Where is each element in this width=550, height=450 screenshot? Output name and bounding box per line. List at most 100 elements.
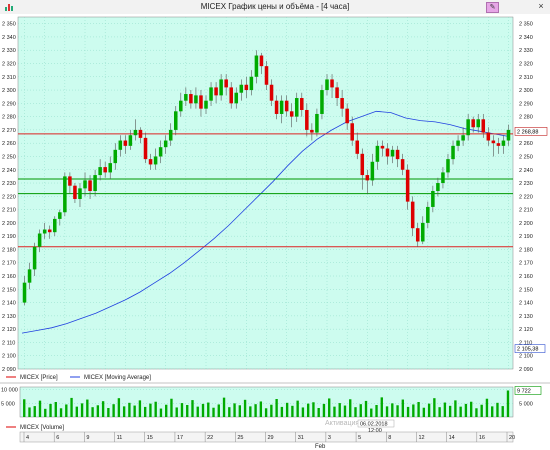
candle-body — [259, 55, 264, 67]
volume-bar — [154, 401, 157, 417]
candle-body — [184, 94, 188, 101]
time-tick-label: 15 — [147, 435, 153, 441]
volume-bar — [359, 404, 362, 417]
volume-bar — [122, 406, 126, 417]
candle-body — [98, 167, 102, 176]
volume-bar — [112, 404, 115, 417]
volume-bar — [459, 406, 462, 417]
candle-body — [471, 119, 475, 128]
volume-bar — [259, 401, 263, 417]
y-tick-right-label: 2 240 — [519, 168, 533, 174]
ma-value-label: 2 105,38 — [517, 347, 538, 353]
volume-bar — [217, 404, 220, 417]
volume-bar — [285, 402, 289, 417]
volume-bar — [75, 406, 78, 417]
volume-bar — [328, 398, 331, 417]
candle-body — [506, 129, 511, 141]
volume-tick-right-label: 5 000 — [519, 401, 533, 407]
volume-bar — [101, 401, 105, 417]
volume-bar — [280, 406, 284, 417]
y-tick-left-label: 2 100 — [2, 354, 16, 360]
volume-bar — [44, 408, 47, 417]
y-tick-right-label: 2 100 — [519, 354, 533, 360]
volume-bar — [354, 407, 357, 417]
volume-bar — [412, 404, 415, 417]
y-tick-left-label: 2 270 — [2, 128, 16, 134]
candle-body — [204, 100, 208, 109]
volume-bar — [149, 403, 152, 417]
candle-body — [310, 129, 314, 133]
volume-bar — [322, 403, 326, 417]
time-tick-label: 16 — [479, 435, 485, 441]
y-tick-left-label: 2 180 — [2, 247, 16, 253]
volume-bar — [59, 408, 63, 417]
candle-body — [320, 90, 324, 114]
y-tick-right-label: 2 090 — [519, 367, 533, 373]
candle-body — [274, 100, 279, 114]
time-tick-label: 6 — [56, 435, 59, 441]
close-icon[interactable]: × — [535, 1, 547, 12]
pin-icon[interactable]: ✎ — [486, 2, 499, 13]
volume-bar — [38, 400, 42, 417]
y-tick-right-label: 2 150 — [519, 287, 533, 293]
time-tick-label: 25 — [237, 435, 243, 441]
y-tick-left-label: 2 230 — [2, 181, 16, 187]
volume-bar — [349, 399, 352, 417]
y-tick-right-label: 2 230 — [519, 181, 533, 187]
time-tick-label: 22 — [207, 435, 213, 441]
candle-body — [148, 159, 153, 165]
candle-body — [234, 92, 239, 104]
y-tick-left-label: 2 330 — [2, 48, 16, 54]
candle-body — [103, 167, 107, 173]
candle-body — [214, 87, 218, 96]
volume-bar — [264, 408, 268, 417]
candle-body — [254, 55, 259, 77]
legend-volume-label: MICEX [Volume] — [20, 425, 64, 431]
volume-bar — [375, 405, 378, 417]
volume-tick-left-label: 5 000 — [1, 401, 15, 407]
volume-bar — [49, 403, 52, 417]
volume-bar — [275, 399, 278, 417]
volume-bar — [370, 408, 373, 417]
volume-bar — [485, 398, 489, 417]
volume-bar — [201, 403, 205, 417]
y-tick-right-label: 2 310 — [519, 75, 533, 81]
y-tick-left-label: 2 130 — [2, 314, 16, 320]
time-tick-label: 31 — [298, 435, 304, 441]
y-tick-right-label: 2 170 — [519, 261, 533, 267]
volume-bar — [23, 399, 26, 417]
last-price-label: 2 268,88 — [517, 129, 538, 135]
candle-body — [118, 140, 123, 150]
candle-body — [173, 111, 178, 130]
volume-bar — [207, 402, 210, 417]
volume-bar — [301, 407, 305, 417]
candle-body — [78, 188, 82, 199]
candle-body — [461, 135, 465, 141]
candle-body — [415, 228, 420, 242]
volume-bar — [175, 407, 178, 417]
candle-body — [219, 79, 223, 96]
candle-body — [345, 108, 349, 124]
volume-bar — [396, 405, 399, 417]
y-tick-left-label: 2 290 — [2, 101, 16, 107]
candle — [63, 172, 67, 217]
y-tick-left-label: 2 120 — [2, 327, 16, 333]
candle-body — [284, 100, 289, 112]
volume-bar — [70, 397, 73, 417]
candle-body — [83, 180, 87, 189]
volume-bar — [33, 406, 36, 417]
candle-body — [305, 109, 309, 130]
candle-body — [456, 140, 460, 146]
y-tick-left-label: 2 150 — [2, 287, 16, 293]
candle-body — [264, 66, 269, 85]
candle-body — [325, 79, 329, 91]
candle-body — [385, 148, 390, 157]
candle-body — [113, 149, 118, 164]
candle-body — [88, 180, 92, 192]
volume-bar — [480, 404, 483, 417]
candle-body — [224, 79, 228, 88]
candle-body — [289, 111, 294, 117]
candle-body — [496, 143, 501, 146]
chart-area[interactable]: 2 350 2 350 2 340 2 340 2 330 2 330 2 320 2 320… — [0, 14, 550, 450]
candle-body — [128, 135, 133, 146]
